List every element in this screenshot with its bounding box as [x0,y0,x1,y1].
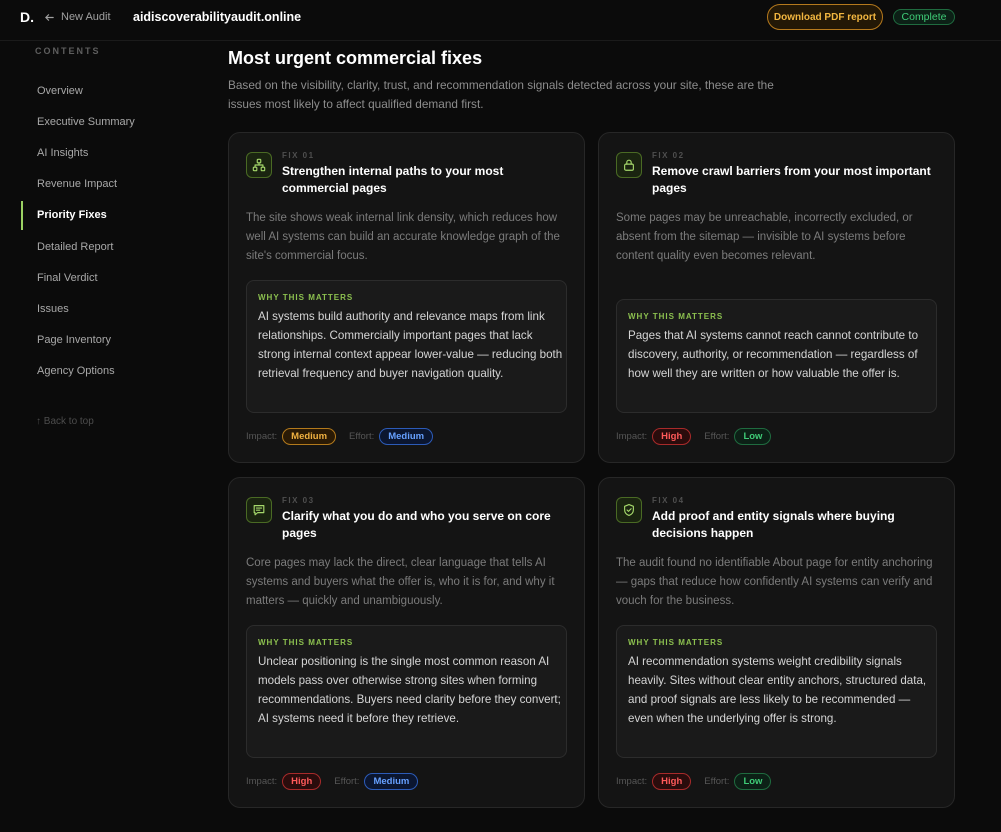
fix-meta: Impact: High Effort: Low [616,428,772,445]
sidebar-item-executive-summary[interactable]: Executive Summary [0,106,210,137]
page-title: Most urgent commercial fixes [228,48,483,68]
sidebar-item-final-verdict[interactable]: Final Verdict [0,262,210,293]
sidebar-item-page-inventory[interactable]: Page Inventory [0,325,210,356]
sidebar-item-detailed-report[interactable]: Detailed Report [0,231,210,262]
impact-badge: High [652,773,692,790]
sidebar-item-issues[interactable]: Issues [0,293,210,324]
fix-card-02: FIX 02 Remove crawl barriers from your m… [598,132,955,463]
arrow-left-icon [45,13,54,21]
why-this-matters-box: WHY THIS MATTERS Pages that AI systems c… [616,299,937,413]
why-this-matters-box: WHY THIS MATTERS Unclear positioning is … [246,625,567,758]
fix-description: The audit found no identifiable About pa… [616,557,933,607]
fix-meta: Impact: High Effort: Medium [246,773,419,790]
sidebar-item-overview[interactable]: Overview [0,75,210,106]
sidebar-nav: Overview Executive Summary AI Insights R… [0,75,210,387]
new-audit-link[interactable]: New Audit [44,11,111,23]
effort-label: Effort: [334,776,360,787]
impact-label: Impact: [616,431,648,442]
new-audit-label: New Audit [61,11,111,23]
effort-badge: Low [734,428,772,445]
effort-label: Effort: [704,431,730,442]
why-label: WHY THIS MATTERS [628,312,724,321]
audit-domain: aidiscoverabilityaudit.online [133,10,302,24]
effort-badge: Medium [379,428,434,445]
why-label: WHY THIS MATTERS [258,638,354,647]
logo[interactable]: D. [20,9,34,25]
fix-description: Some pages may be unreachable, incorrect… [616,212,913,262]
effort-badge: Low [734,773,772,790]
fix-number: FIX 01 [282,151,315,160]
impact-label: Impact: [246,431,278,442]
effort-badge: Medium [364,773,419,790]
fix-card-04: FIX 04 Add proof and entity signals wher… [598,477,955,808]
contents-label: CONTENTS [35,46,101,56]
sidebar: CONTENTS Overview Executive Summary AI I… [0,41,210,832]
effort-label: Effort: [704,776,730,787]
fix-title: Remove crawl barriers from your most imp… [652,164,931,195]
impact-badge: High [652,428,692,445]
fix-icon-box [616,152,642,178]
back-to-top-link[interactable]: ↑ Back to top [36,416,94,427]
why-text: Unclear positioning is the single most c… [258,655,561,725]
impact-badge: High [282,773,322,790]
fix-meta: Impact: Medium Effort: Medium [246,428,434,445]
fix-number: FIX 04 [652,496,685,505]
lock-icon [624,159,634,171]
page-subtitle: Based on the visibility, clarity, trust,… [228,78,774,111]
why-label: WHY THIS MATTERS [258,293,354,302]
why-this-matters-box: WHY THIS MATTERS AI systems build author… [246,280,567,413]
fix-description: The site shows weak internal link densit… [246,212,560,262]
status-badge: Complete [893,9,955,25]
fix-number: FIX 03 [282,496,315,505]
download-pdf-button[interactable]: Download PDF report [767,4,883,30]
fix-icon-box [616,497,642,523]
sidebar-item-priority-fixes[interactable]: Priority Fixes [0,200,210,231]
fix-title: Add proof and entity signals where buyin… [652,509,895,540]
fix-number: FIX 02 [652,151,685,160]
sidebar-item-agency-options[interactable]: Agency Options [0,356,210,387]
fix-title: Strengthen internal paths to your most c… [282,164,504,195]
impact-label: Impact: [246,776,278,787]
why-label: WHY THIS MATTERS [628,638,724,647]
top-bar: D. New Audit aidiscoverabilityaudit.onli… [0,0,1001,34]
sidebar-item-ai-insights[interactable]: AI Insights [0,137,210,168]
why-text: Pages that AI systems cannot reach canno… [628,329,919,380]
fix-icon-box [246,152,272,178]
sitemap-icon [252,158,266,172]
fix-icon-box [246,497,272,523]
why-this-matters-box: WHY THIS MATTERS AI recommendation syste… [616,625,937,758]
sidebar-item-revenue-impact[interactable]: Revenue Impact [0,169,210,200]
fix-card-01: FIX 01 Strengthen internal paths to your… [228,132,585,463]
fix-meta: Impact: High Effort: Low [616,773,772,790]
message-icon [253,505,265,516]
fix-description: Core pages may lack the direct, clear la… [246,557,555,607]
shield-check-icon [624,504,634,516]
impact-label: Impact: [616,776,648,787]
fix-card-03: FIX 03 Clarify what you do and who you s… [228,477,585,808]
impact-badge: Medium [282,428,337,445]
why-text: AI systems build authority and relevance… [258,310,563,380]
effort-label: Effort: [349,431,375,442]
fix-title: Clarify what you do and who you serve on… [282,509,551,540]
why-text: AI recommendation systems weight credibi… [628,655,927,725]
